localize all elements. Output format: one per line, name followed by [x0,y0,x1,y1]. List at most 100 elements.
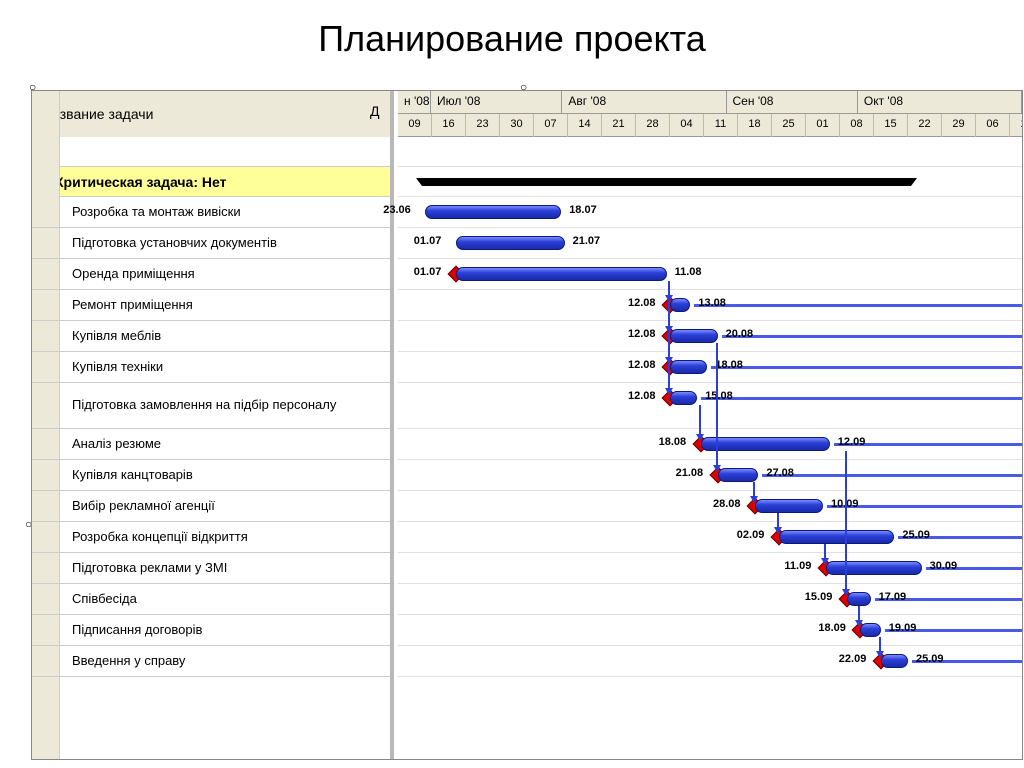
gantt-chart-panel[interactable]: н '08Июл '08Авг '08Сен '08Окт '08 091623… [398,91,1022,759]
arrow-down-icon [696,434,704,441]
tracking-line [701,397,1022,400]
task-start-label: 12.08 [628,328,656,340]
task-row[interactable]: Введення у справу [32,646,390,677]
gantt-row: 28.0810.09 [398,491,1022,522]
task-start-label: 22.09 [839,653,867,665]
dependency-link [858,606,860,621]
column-header-task-name[interactable]: Название задачи Д [32,91,390,137]
day-cell: 11 [704,114,738,137]
task-bar[interactable] [701,437,830,451]
task-bar[interactable] [779,530,895,544]
task-name-label: Введення у справу [72,654,185,669]
task-row[interactable]: Розробка концепції відкриття [32,522,390,553]
arrow-down-icon [774,527,782,534]
arrow-down-icon [821,558,829,565]
task-start-label: 28.08 [713,498,741,510]
task-row[interactable]: Купівля техніки [32,352,390,383]
slide-title: Планирование проекта [0,0,1024,74]
task-start-label: 01.07 [414,235,442,247]
row-gutter [32,460,60,490]
task-row[interactable]: Підписання договорів [32,615,390,646]
day-cell: 29 [942,114,976,137]
task-bar[interactable] [881,654,908,668]
task-row[interactable]: Аналіз резюме [32,429,390,460]
task-start-label: 02.09 [737,529,765,541]
row-gutter [32,429,60,459]
task-bar[interactable] [860,623,880,637]
task-name-label: Співбесіда [72,592,137,607]
task-bar[interactable] [755,499,823,513]
day-cell: 23 [466,114,500,137]
gantt-row: 12.0818.08 [398,352,1022,383]
task-row[interactable]: Співбесіда [32,584,390,615]
gantt-row: 18.0812.09 [398,429,1022,460]
task-end-label: 25.09 [902,529,930,541]
tracking-line [722,335,1022,338]
task-end-label: 17.09 [879,591,907,603]
task-bar[interactable] [670,360,707,374]
task-end-label: 18.07 [569,204,597,216]
day-cell: 14 [568,114,602,137]
task-bar[interactable] [456,267,667,281]
task-row[interactable]: Купівля меблів [32,321,390,352]
task-bar[interactable] [826,561,921,575]
gantt-row: 18.0919.09 [398,615,1022,646]
msproject-window[interactable]: Название задачи Д − Критическая задача: … [31,90,1023,760]
task-name-label: Купівля меблів [72,329,161,344]
task-row[interactable]: Підготовка замовлення на підбір персонал… [32,383,390,429]
task-name-label: Оренда приміщення [72,267,195,282]
task-row[interactable]: Розробка та монтаж вивіски [32,197,390,228]
task-bar[interactable] [847,592,871,606]
dependency-link [879,637,881,652]
gantt-row: 12.0815.08 [398,383,1022,429]
gantt-summary-row [398,167,1022,197]
task-start-label: 18.08 [659,436,687,448]
task-name-label: Підписання договорів [72,623,202,638]
summary-bar[interactable] [422,178,912,186]
row-gutter [32,615,60,645]
task-end-label: 19.09 [889,622,917,634]
task-name-label: Розробка та монтаж вивіски [72,205,241,220]
arrow-down-icon [855,620,863,627]
task-row[interactable]: Вибір рекламної агенції [32,491,390,522]
task-bar[interactable] [670,298,690,312]
task-name-label: Купівля канцтоварів [72,468,193,483]
arrow-down-icon [665,388,673,395]
task-end-label: 30.09 [930,560,958,572]
task-bar[interactable] [670,329,718,343]
month-row: н '08Июл '08Авг '08Сен '08Окт '08 [398,91,1022,114]
task-row[interactable]: Купівля канцтоварів [32,460,390,491]
gantt-spacer-row [398,137,1022,167]
row-gutter [32,522,60,552]
day-cell: 28 [636,114,670,137]
group-row-label: Критическая задача: Нет [55,174,226,190]
dependency-link [845,451,847,590]
dependency-link [777,513,779,528]
dependency-link [824,544,826,559]
row-gutter [32,352,60,382]
task-bar[interactable] [718,468,759,482]
task-name-label: Вибір рекламної агенції [72,499,215,514]
task-row[interactable]: Оренда приміщення [32,259,390,290]
task-start-label: 12.08 [628,297,656,309]
gantt-row: 23.0618.07 [398,197,1022,228]
task-row[interactable]: Ремонт приміщення [32,290,390,321]
task-row[interactable]: Підготовка установчих документів [32,228,390,259]
task-bar[interactable] [425,205,561,219]
task-bar[interactable] [456,236,565,250]
task-start-label: 15.09 [805,591,833,603]
task-start-label: 12.08 [628,390,656,402]
day-row: 0916233007142128041118250108152229061320… [398,114,1022,137]
day-cell: 04 [670,114,704,137]
tracking-line [762,474,1022,477]
group-row-noncritical[interactable]: − Критическая задача: Нет [32,167,390,197]
task-bar[interactable] [670,391,697,405]
gantt-row: 12.0813.08 [398,290,1022,321]
task-start-label: 01.07 [414,266,442,278]
gantt-body[interactable]: 23.0618.0701.0721.0701.0711.0812.0813.08… [398,137,1022,759]
task-start-label: 23.06 [383,204,411,216]
gantt-row: 12.0820.08 [398,321,1022,352]
day-cell: 15 [874,114,908,137]
task-row[interactable]: Підготовка реклами у ЗМІ [32,553,390,584]
task-name-label: Розробка концепції відкриття [72,530,248,545]
